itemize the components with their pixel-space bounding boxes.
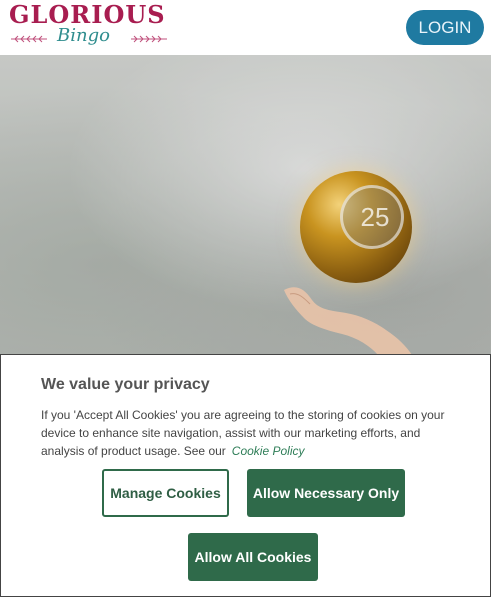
leaf-ornament-icon (11, 35, 47, 43)
logo-sub-text: Bingo (57, 25, 110, 46)
allow-all-cookies-button[interactable]: Allow All Cookies (188, 533, 318, 581)
bingo-ball-ring: 25 (340, 185, 404, 249)
glorious-bingo-logo[interactable]: GLORIOUS Bingo (9, 2, 171, 50)
cookie-title: We value your privacy (41, 376, 210, 393)
manage-cookies-button[interactable]: Manage Cookies (102, 469, 229, 517)
bingo-ball-image: 25 (300, 171, 412, 283)
hero-banner: 25 (0, 55, 491, 355)
cookie-consent-banner: We value your privacy If you 'Accept All… (0, 354, 491, 597)
bingo-ball-number: 25 (360, 202, 390, 232)
cookie-policy-link[interactable]: Cookie Policy (232, 444, 305, 458)
hero-overlay (0, 55, 491, 355)
header: GLORIOUS Bingo LOGIN (0, 0, 491, 55)
page: GLORIOUS Bingo LOGIN 25 We value your pr… (0, 0, 491, 597)
leaf-ornament-icon (131, 35, 167, 43)
cookie-description: If you 'Accept All Cookies' you are agre… (41, 406, 451, 460)
login-button[interactable]: LOGIN (406, 10, 484, 45)
hand-image (284, 287, 412, 355)
allow-necessary-button[interactable]: Allow Necessary Only (247, 469, 405, 517)
